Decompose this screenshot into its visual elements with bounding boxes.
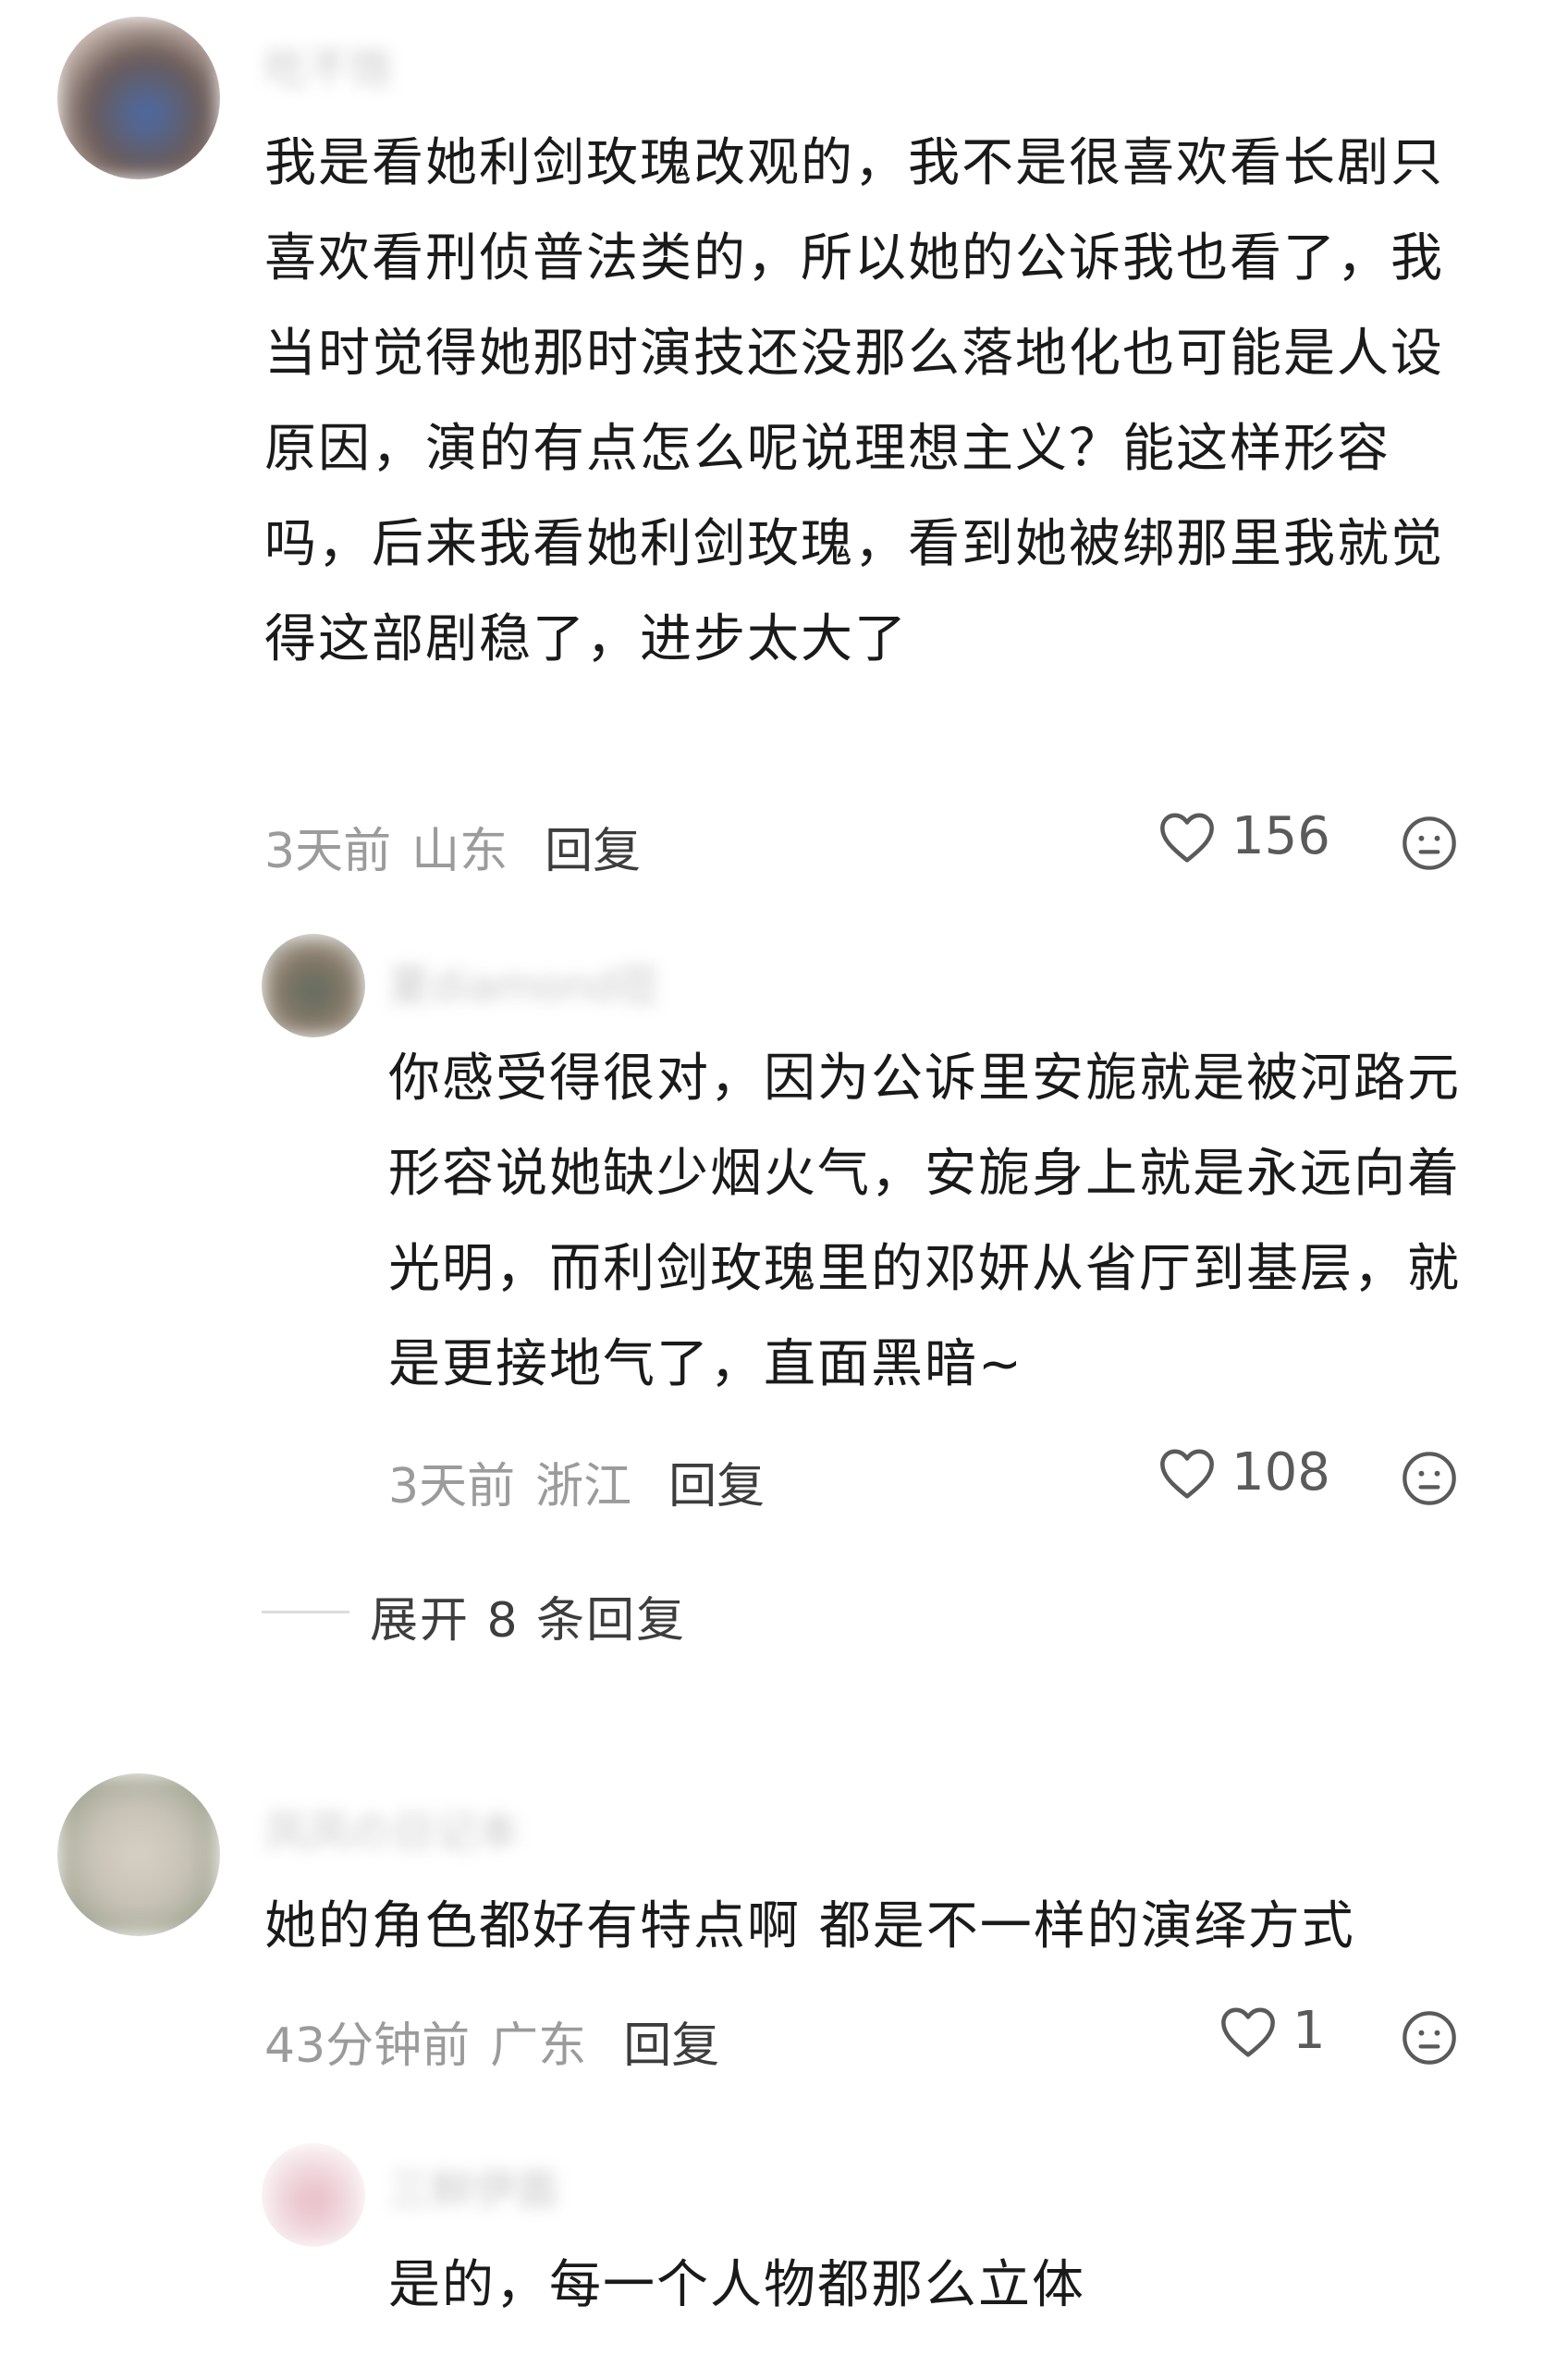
like-button[interactable]: 108 xyxy=(1158,1442,1330,1502)
expand-replies-button[interactable]: 展开 8 条回复 xyxy=(370,1581,686,1650)
expand-divider xyxy=(262,1611,349,1613)
heart-outline-icon xyxy=(1221,2007,1275,2057)
like-count: 1 xyxy=(1292,2001,1326,2061)
comment-time: 43分钟前 xyxy=(264,2018,471,2074)
neutral-face-icon[interactable] xyxy=(1400,2008,1459,2071)
comment-meta: 43分钟前 广东 回复 xyxy=(264,2006,719,2076)
avatar[interactable] xyxy=(262,2143,365,2247)
like-count: 108 xyxy=(1231,1442,1330,1502)
comment-location: 山东 xyxy=(411,824,508,879)
heart-outline-icon xyxy=(1160,813,1214,863)
like-button[interactable]: 156 xyxy=(1158,806,1330,866)
reply-text: 是的，每一个人物都那么立体 xyxy=(388,2255,1085,2315)
reply-meta: 3天前 浙江 回复 xyxy=(388,1447,765,1516)
username[interactable]: 三鲜伊面 xyxy=(388,2156,558,2217)
comment-text: 她的角色都好有特点啊 都是不一样的演绎方式 xyxy=(264,1896,1355,1956)
neutral-face-icon[interactable] xyxy=(1400,814,1459,877)
username[interactable]: 吃不饱 xyxy=(264,35,392,96)
avatar[interactable] xyxy=(57,17,220,179)
avatar[interactable] xyxy=(57,1773,220,1936)
like-button[interactable]: 1 xyxy=(1219,2001,1326,2061)
reply-location: 浙江 xyxy=(535,1459,632,1515)
username[interactable]: 夏diamond莅 xyxy=(388,952,659,1013)
comment-meta: 3天前 山东 回复 xyxy=(264,812,641,881)
reply-button[interactable]: 回复 xyxy=(545,824,641,879)
comment-text: 我是看她利剑玫瑰改观的，我不是很喜欢看长剧只喜欢看刑侦普法类的，所以她的公诉我也… xyxy=(264,133,1444,669)
reply-button[interactable]: 回复 xyxy=(668,1459,765,1515)
username[interactable]: 凤凤の日记本 xyxy=(264,1798,520,1859)
reply-text: 你感受得很对，因为公诉里安旎就是被河路元形容说她缺少烟火气，安旎身上就是永远向着… xyxy=(388,1049,1461,1394)
reply-time: 3天前 xyxy=(388,1459,516,1515)
like-count: 156 xyxy=(1231,806,1330,866)
neutral-face-icon[interactable] xyxy=(1400,1449,1459,1512)
comment-location: 广东 xyxy=(490,2018,587,2074)
avatar[interactable] xyxy=(262,934,365,1037)
heart-outline-icon xyxy=(1160,1449,1214,1499)
comment-time: 3天前 xyxy=(264,824,392,879)
reply-button[interactable]: 回复 xyxy=(623,2018,719,2074)
